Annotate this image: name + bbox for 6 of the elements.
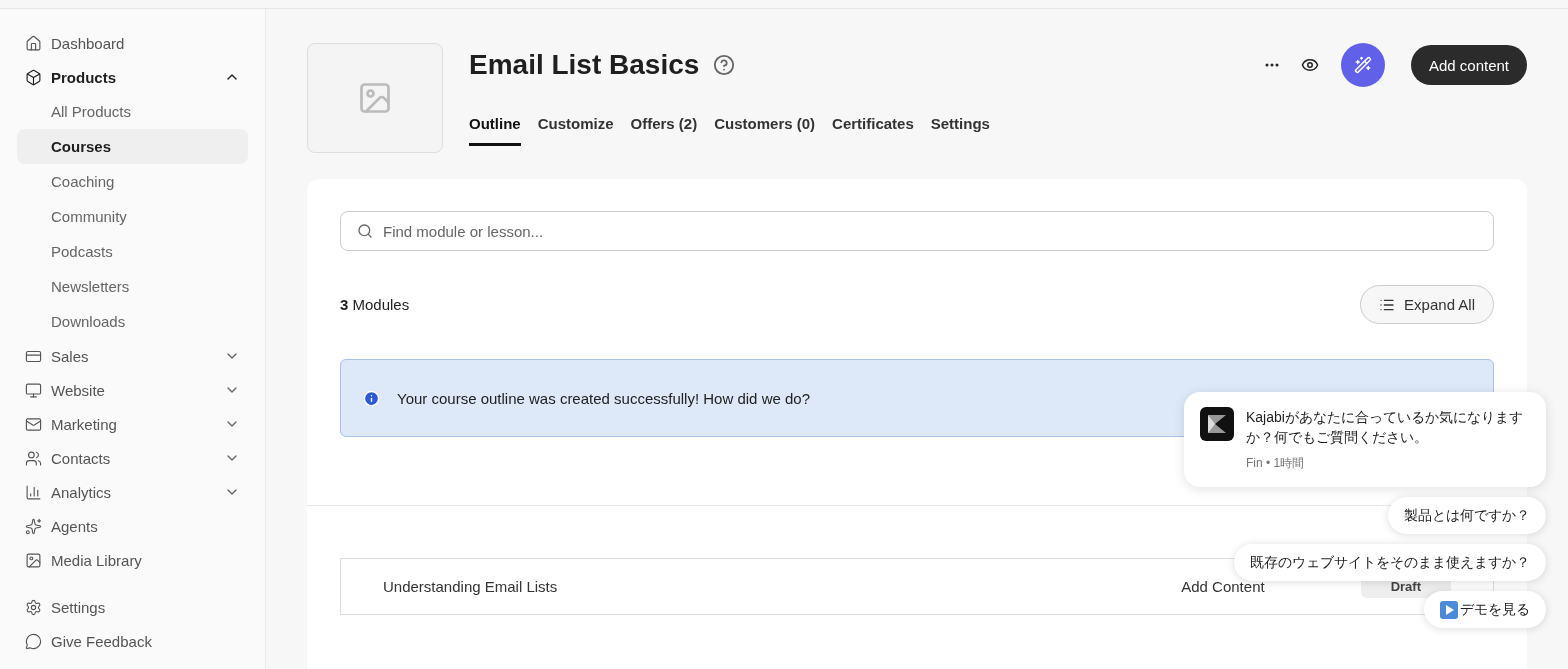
module-title: Understanding Email Lists xyxy=(383,578,559,595)
message-text: Kajabiがあなたに合っているか気になりますか？何でもご質問ください。 xyxy=(1246,408,1524,447)
banner-text: Your course outline was created successfully! How did we do? xyxy=(397,389,810,407)
page-title: Email List Basics xyxy=(469,49,700,81)
message-meta: Fin • 1時間 xyxy=(1246,455,1306,472)
module-count: 3 Modules xyxy=(340,296,410,313)
